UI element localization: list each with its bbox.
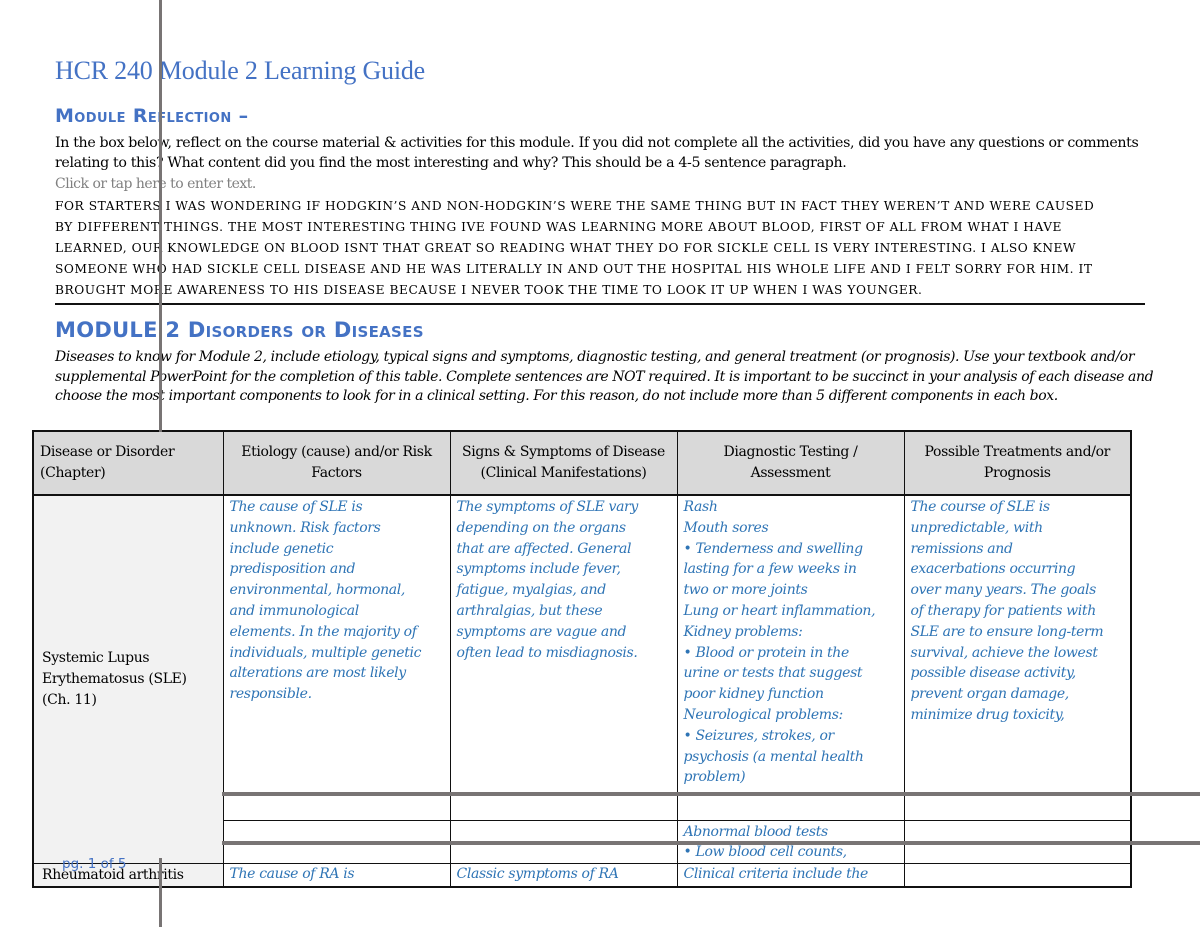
cell-text-line: Mouth sores xyxy=(683,519,769,536)
cell-etiology-sle-cont[interactable] xyxy=(222,820,451,864)
cell-text-line: Kidney problems: xyxy=(683,623,803,640)
header-etiology: Etiology (cause) and/or Risk Factors xyxy=(222,430,451,496)
cell-text-line: Lung or heart inflammation, xyxy=(683,602,876,619)
cell-text-line: problem) xyxy=(683,769,746,786)
cell-text-line: predisposition and xyxy=(229,561,356,578)
cell-text-line: over many years. The goals xyxy=(910,582,1097,599)
reflection-line: someone who had sickle cell disease and … xyxy=(55,262,1093,276)
cell-symptoms-ra[interactable]: Classic symptoms of RA xyxy=(449,863,678,888)
disease-table: Disease or Disorder (Chapter) Etiology (… xyxy=(32,430,1132,888)
cell-text-line: Classic symptoms of RA xyxy=(456,866,619,882)
table-row-sle: Systemic Lupus Erythematosus (SLE) (Ch. … xyxy=(32,494,1132,864)
cell-text-line: survival, achieve the lowest xyxy=(910,644,1098,661)
disorders-heading: MODULE 2 Disorders or Diseases xyxy=(55,318,424,342)
document-title: HCR 240 Module 2 Learning Guide xyxy=(55,56,426,85)
cell-text-line: Clinical criteria include the xyxy=(683,866,869,882)
cell-text-line: often lead to misdiagnosis. xyxy=(456,644,638,661)
cell-text-line: The symptoms of SLE vary xyxy=(456,499,639,515)
cell-diagnostics-sle-cont[interactable]: Abnormal blood tests • Low blood cell cou… xyxy=(676,820,905,864)
cell-text-line: The cause of SLE is xyxy=(229,499,363,515)
cell-text-line: fatigue, myalgias, and xyxy=(456,582,607,599)
reflection-line: by different things. The most interestin… xyxy=(55,220,1062,234)
table-row-ra: Rheumatoid arthritis The cause of RA is … xyxy=(32,863,1132,888)
cell-text-line: symptoms are vague and xyxy=(456,623,627,640)
cell-text-line: • Seizures, strokes, or xyxy=(683,727,835,744)
cell-text-line: remissions and xyxy=(910,540,1013,557)
cell-text-line: psychosis (a mental health xyxy=(683,748,864,765)
cell-etiology-ra[interactable]: The cause of RA is xyxy=(222,863,451,888)
reflection-instructions: In the box below, reflect on the course … xyxy=(55,135,1139,171)
cell-text-line: Neurological problems: xyxy=(683,706,844,723)
module-reflection-heading: Module Reflection – xyxy=(55,105,249,127)
cell-text-line: two or more joints xyxy=(683,582,808,599)
cell-text-line: possible disease activity, xyxy=(910,665,1077,682)
cell-text-line: lasting for a few weeks in xyxy=(683,561,857,578)
header-symptoms: Signs & Symptoms of Disease (Clinical Ma… xyxy=(449,430,678,496)
cell-text-line: depending on the organs xyxy=(456,519,627,536)
table-header-row: Disease or Disorder (Chapter) Etiology (… xyxy=(32,430,1132,496)
cell-diagnostics-ra[interactable]: Clinical criteria include the xyxy=(676,863,905,888)
reflection-response-box[interactable]: for starters I was wondering if Hodgkin’… xyxy=(55,196,1145,305)
cell-disease-sle: Systemic Lupus Erythematosus (SLE) (Ch. … xyxy=(32,494,224,864)
cell-text-line: The course of SLE is xyxy=(910,499,1051,515)
reflection-placeholder[interactable]: Click or tap here to enter text. xyxy=(55,176,256,192)
cell-treatment-ra[interactable] xyxy=(903,863,1132,888)
cell-text-line: • Low blood cell counts, xyxy=(683,844,848,860)
cell-text-line: individuals, multiple genetic xyxy=(229,644,422,661)
cell-text-line: symptoms include fever, xyxy=(456,561,621,578)
reflection-line: brought more awareness to his disease be… xyxy=(55,283,923,297)
cell-text-line: environmental, hormonal, xyxy=(229,582,406,599)
header-treatment: Possible Treatments and/or Prognosis xyxy=(903,430,1132,496)
cell-text-line: The cause of RA is xyxy=(229,866,355,882)
cell-etiology-sle[interactable]: The cause of SLE is unknown. Risk factors… xyxy=(222,494,451,821)
cell-text-line: responsible. xyxy=(229,686,313,703)
cell-text-line: minimize drug toxicity, xyxy=(910,706,1065,723)
cell-treatment-sle[interactable]: The course of SLE is unpredictable, with r… xyxy=(903,494,1132,821)
cell-text-line: that are affected. General xyxy=(456,540,632,557)
cell-text-line: urine or tests that suggest xyxy=(683,665,863,682)
cell-text-line: and immunological xyxy=(229,602,360,619)
cell-text-line: unknown. Risk factors xyxy=(229,519,381,536)
cell-text-line: • Blood or protein in the xyxy=(683,644,850,661)
cell-text-line: • Tenderness and swelling xyxy=(683,540,864,557)
cell-text-line: poor kidney function xyxy=(683,686,825,703)
header-diagnostics: Diagnostic Testing / Assessment xyxy=(676,430,905,496)
cell-text-line: elements. In the majority of xyxy=(229,623,417,640)
cell-text-line: of therapy for patients with xyxy=(910,602,1097,619)
cell-symptoms-sle-cont[interactable] xyxy=(449,820,678,864)
cell-text-line: Abnormal blood tests xyxy=(683,824,829,840)
cell-text-line: alterations are most likely xyxy=(229,665,407,682)
reflection-line: learned, our knowledge on blood isnt tha… xyxy=(55,241,1077,255)
cell-text-line: Rash xyxy=(683,499,718,515)
cell-text-line: exacerbations occurring xyxy=(910,561,1076,578)
cell-symptoms-sle[interactable]: The symptoms of SLE vary depending on the… xyxy=(449,494,678,821)
cell-text-line: include genetic xyxy=(229,540,334,557)
reflection-line: for starters I was wondering if Hodgkin’… xyxy=(55,199,1095,213)
reflection-response-text[interactable]: for starters I was wondering if Hodgkin’… xyxy=(55,196,1145,303)
page-indicator: pg. 1 of 5 xyxy=(62,856,127,872)
cell-text-line: SLE are to ensure long-term xyxy=(910,623,1104,640)
header-disease: Disease or Disorder (Chapter) xyxy=(32,430,224,496)
cell-text-line: unpredictable, with xyxy=(910,519,1044,536)
disorders-instructions: Diseases to know for Module 2, include e… xyxy=(55,349,1154,404)
cell-text-line: prevent organ damage, xyxy=(910,686,1070,703)
cell-diagnostics-sle[interactable]: Rash Mouth sores • Tenderness and swelling… xyxy=(676,494,905,821)
cell-treatment-sle-cont[interactable] xyxy=(903,820,1132,864)
cell-text-line: arthralgias, but these xyxy=(456,602,603,619)
